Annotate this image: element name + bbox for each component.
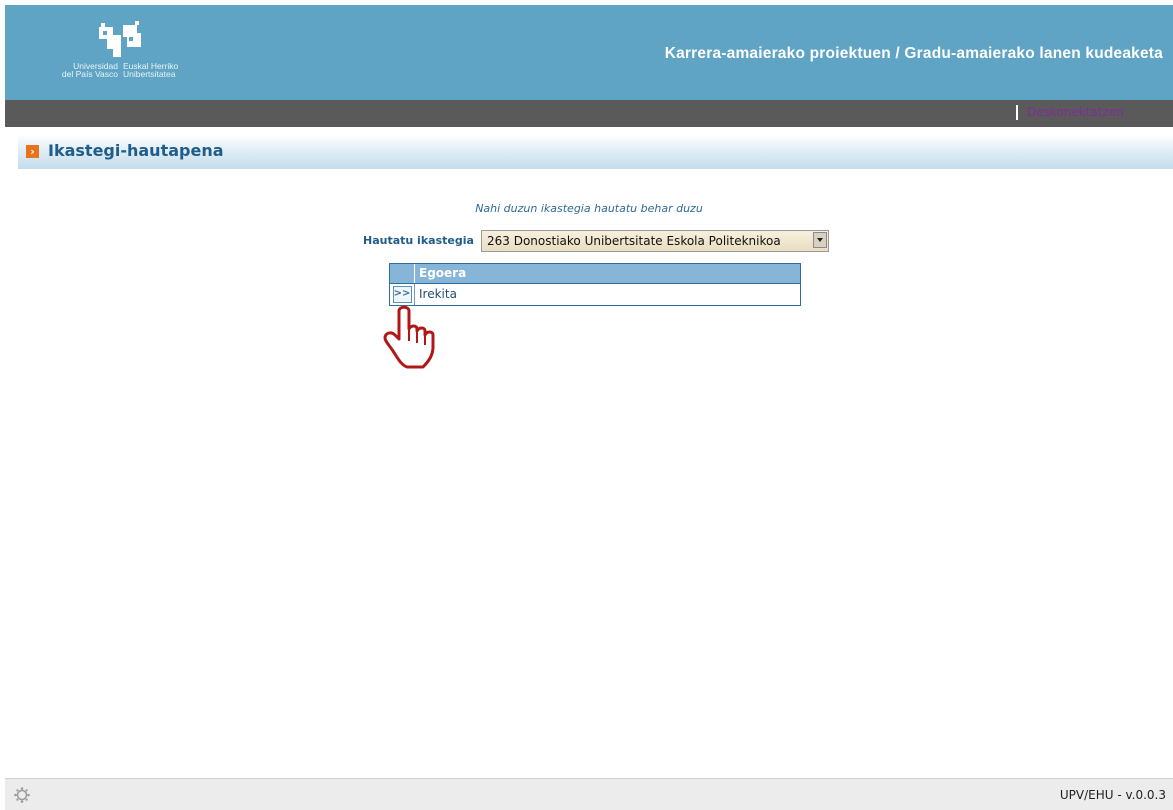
- center-select-value: 263 Donostiako Unibertsitate Eskola Poli…: [487, 234, 781, 248]
- logo-text-spanish: Universidad del País Vasco: [38, 62, 118, 79]
- table-cell: >>: [390, 284, 415, 305]
- center-select-label: Hautatu ikastegia: [363, 234, 474, 247]
- application-window: Universidad del País Vasco Euskal Herrik…: [5, 5, 1173, 810]
- table-header-cell: [390, 264, 415, 283]
- app-title: Karrera-amaierako proiektuen / Gradu-ama…: [664, 45, 1163, 62]
- center-select-dropdown[interactable]: 263 Donostiako Unibertsitate Eskola Poli…: [481, 230, 829, 252]
- table-header-row: Egoera: [390, 264, 800, 283]
- table-row: >> Irekita: [390, 283, 800, 305]
- hand-pointer-icon: [383, 305, 435, 369]
- table-header-cell: Egoera: [419, 266, 467, 280]
- logout-link[interactable]: Deskonektatzen: [1027, 105, 1124, 119]
- app-footer: UPV/EHU - v.0.0.3: [5, 778, 1173, 810]
- chevron-down-icon[interactable]: [813, 232, 827, 248]
- toolbar-divider: [1016, 105, 1018, 120]
- logo-text-line: del País Vasco: [61, 69, 118, 79]
- version-label: UPV/EHU - v.0.0.3: [1059, 788, 1166, 802]
- status-table: Egoera >> Irekita: [389, 263, 801, 306]
- logo-mark-icon: [99, 21, 141, 57]
- top-toolbar: Deskonektatzen: [5, 100, 1173, 127]
- chevron-right-icon: ›: [26, 145, 39, 158]
- open-row-button[interactable]: >>: [392, 286, 412, 303]
- section-header: › Ikastegi-hautapena: [18, 135, 1173, 169]
- logo-text-line: Unibertsitatea: [123, 69, 176, 79]
- status-cell: Irekita: [419, 287, 457, 301]
- app-header: Universidad del País Vasco Euskal Herrik…: [5, 5, 1173, 100]
- logo-text-basque: Euskal Herriko Unibertsitatea: [123, 62, 178, 79]
- gear-icon[interactable]: [14, 787, 30, 803]
- upv-ehu-logo: Universidad del País Vasco Euskal Herrik…: [27, 13, 227, 93]
- page-title: Ikastegi-hautapena: [48, 141, 224, 160]
- instruction-message: Nahi duzun ikastegia hautatu behar duzu: [475, 202, 703, 215]
